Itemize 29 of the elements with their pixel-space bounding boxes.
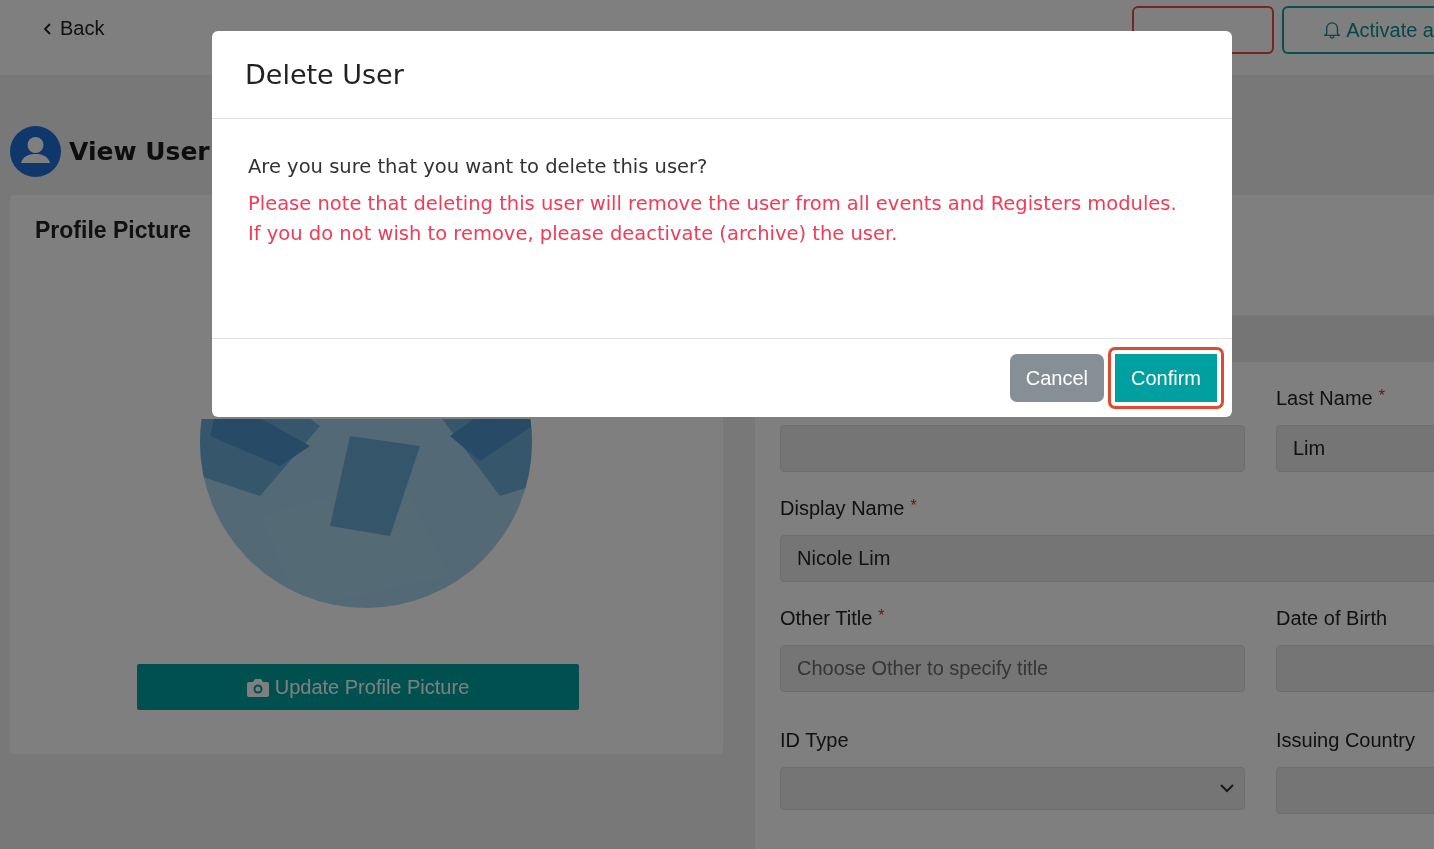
field-label: Last Name * — [1276, 387, 1386, 409]
bell-icon — [1324, 20, 1341, 40]
field-label: Date of Birth — [1276, 607, 1389, 629]
warning-text: If you do not wish to remove, please deactivate (archive) the user. — [248, 222, 898, 245]
user-avatar-icon — [10, 125, 61, 177]
update-picture-button[interactable]: Update Profile Picture — [137, 664, 579, 710]
text-field[interactable]: Nicole Lim — [780, 535, 1434, 582]
activate-button[interactable]: Activate a — [1282, 6, 1434, 54]
card-title: Profile Picture — [35, 217, 191, 244]
required-mark: * — [878, 607, 885, 624]
page-title: View User — [69, 136, 210, 166]
warning-text: Please note that deleting this user will remove the user from all events and Registers modules. — [248, 192, 1177, 215]
field-label: Other Title * — [780, 607, 886, 629]
field-label: Issuing Country — [1276, 729, 1416, 751]
chevron-down-icon — [1220, 784, 1234, 793]
select-field[interactable] — [780, 767, 1245, 810]
field-label: Display Name * — [780, 497, 918, 519]
field-label: ID Type — [780, 729, 850, 751]
dialog-title: Delete User — [245, 59, 404, 90]
confirm-question: Are you sure that you want to delete this user? — [248, 155, 708, 178]
camera-icon — [246, 677, 269, 697]
confirm-button[interactable]: Confirm — [1108, 347, 1224, 409]
required-mark: * — [1378, 387, 1385, 404]
chevron-left-icon — [44, 22, 52, 35]
required-mark: * — [910, 497, 917, 514]
text-field[interactable]: Choose Other to specify title — [780, 645, 1245, 692]
cancel-button[interactable]: Cancel — [1009, 354, 1104, 402]
back-link[interactable]: Back — [44, 17, 105, 40]
text-field[interactable]: Lim — [1276, 425, 1434, 472]
